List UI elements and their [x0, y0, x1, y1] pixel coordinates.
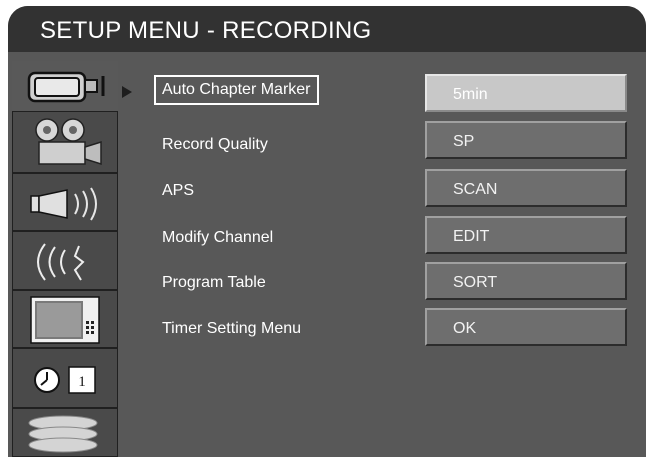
clock-icon: 1	[34, 366, 96, 394]
video-camera-icon	[35, 118, 102, 166]
disc-stack-icon	[28, 415, 98, 453]
menu-item-modify-channel[interactable]: Modify Channel	[154, 223, 281, 253]
menu-item-aps[interactable]: APS	[154, 176, 202, 206]
modify-channel-value[interactable]: EDIT	[425, 216, 627, 254]
sidebar-item-recording[interactable]	[12, 61, 118, 111]
sidebar-item-timer[interactable]: 1	[12, 348, 118, 408]
wireless-signal-icon	[37, 243, 85, 281]
title-bar: SETUP MENU - RECORDING	[8, 6, 646, 52]
menu-item-record-quality[interactable]: Record Quality	[154, 130, 276, 160]
timer-setting-menu-value[interactable]: OK	[425, 308, 627, 346]
program-table-value[interactable]: SORT	[425, 262, 627, 300]
selection-arrow-icon	[122, 86, 132, 98]
sidebar-item-video[interactable]	[12, 111, 118, 173]
speaker-icon	[30, 187, 97, 221]
auto-chapter-marker-value[interactable]: 5min	[425, 74, 627, 112]
camcorder-icon	[27, 71, 105, 103]
sidebar-item-tuner[interactable]	[12, 231, 118, 290]
aps-value[interactable]: SCAN	[425, 169, 627, 207]
menu-item-timer-setting-menu[interactable]: Timer Setting Menu	[154, 314, 309, 344]
menu-panel: 1 Auto Chapter Marker Record Quality APS…	[8, 52, 646, 457]
menu-item-auto-chapter-marker[interactable]: Auto Chapter Marker	[154, 75, 319, 105]
menu-item-program-table[interactable]: Program Table	[154, 268, 274, 298]
sidebar-item-audio[interactable]	[12, 173, 118, 231]
sidebar-item-display[interactable]	[12, 290, 118, 348]
record-quality-value[interactable]: SP	[425, 121, 627, 159]
timer-number-label: 1	[78, 374, 86, 390]
page-title: SETUP MENU - RECORDING	[40, 17, 372, 44]
tv-icon	[30, 296, 100, 344]
sidebar-item-disc[interactable]	[12, 408, 118, 457]
setup-menu-window: SETUP MENU - RECORDING 1 Auto Chapter Ma…	[8, 6, 646, 457]
